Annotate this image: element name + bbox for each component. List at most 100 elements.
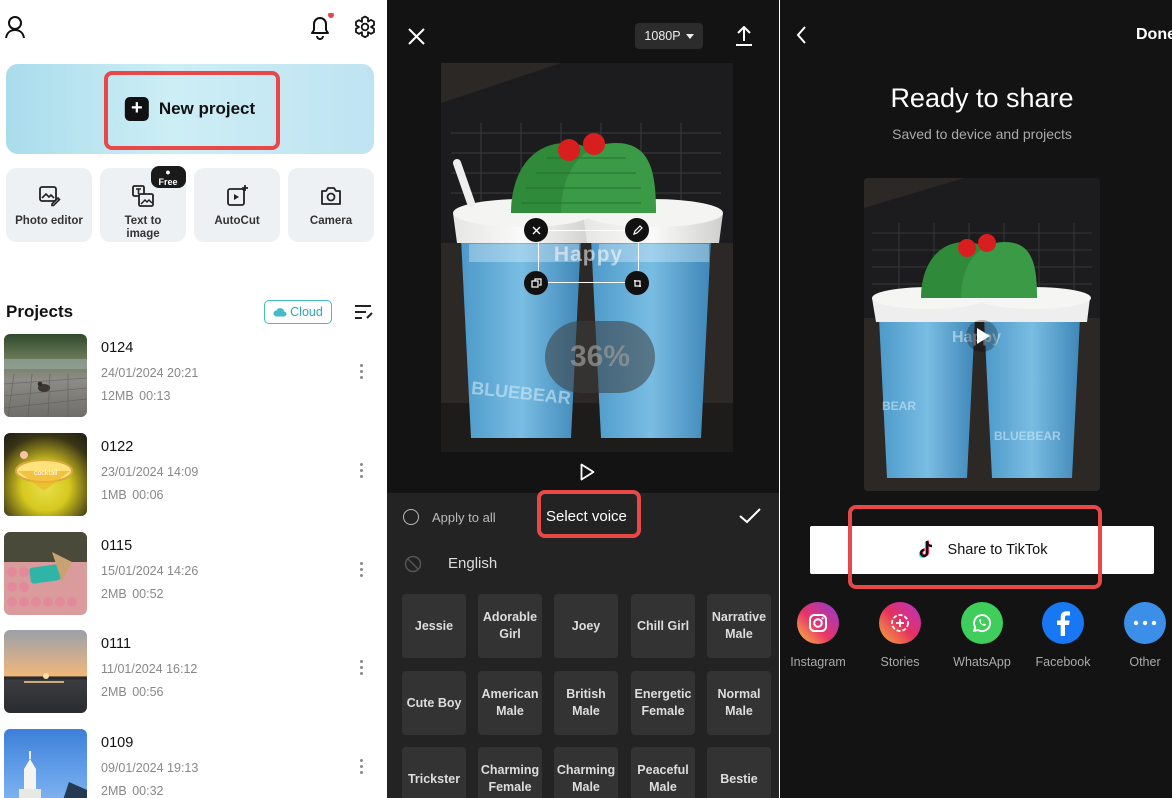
sort-icon[interactable]: [354, 304, 374, 325]
text-selection-box[interactable]: Happy: [538, 230, 639, 283]
list-item[interactable]: cocktail 0122 23/01/2024 14:09 1MB 00:06: [4, 433, 384, 517]
bell-icon[interactable]: [307, 12, 335, 46]
copy-handle-icon[interactable]: [524, 271, 548, 295]
voice-option[interactable]: Energetic Female: [631, 671, 695, 735]
share-other[interactable]: Other: [1110, 602, 1172, 669]
share-label: Facebook: [1035, 655, 1091, 669]
project-thumbnail: [4, 729, 87, 798]
user-icon[interactable]: [4, 14, 26, 45]
share-video-preview[interactable]: BEAR BLUEBEAR Happy: [864, 178, 1100, 491]
list-item[interactable]: 0115 15/01/2024 14:26 2MB 00:52: [4, 532, 384, 616]
voice-option[interactable]: Narrative Male: [707, 594, 771, 658]
cloud-icon: [273, 308, 287, 317]
project-name: 0109: [101, 735, 134, 751]
project-name: 0124: [101, 340, 134, 356]
tool-label: Text to image: [124, 215, 162, 240]
close-icon[interactable]: [407, 27, 426, 51]
project-name: 0122: [101, 439, 134, 455]
share-label: Instagram: [790, 655, 846, 669]
no-voice-icon[interactable]: [404, 555, 422, 578]
apply-radio[interactable]: [403, 509, 419, 525]
tool-text-to-image[interactable]: ● Free Text to image: [100, 166, 186, 242]
project-meta: 2MB 00:52: [101, 587, 163, 601]
project-date: 15/01/2024 14:26: [101, 564, 199, 578]
rotate-handle-icon[interactable]: [625, 271, 649, 295]
list-item[interactable]: 0111 11/01/2024 16:12 2MB 00:56: [4, 630, 384, 714]
more-icon[interactable]: [356, 658, 366, 682]
project-thumbnail: cocktail: [4, 433, 87, 516]
apply-to-all[interactable]: Apply to all: [403, 509, 496, 525]
voice-option[interactable]: Bestie: [707, 747, 771, 798]
more-icon[interactable]: [356, 560, 366, 584]
project-name: 0111: [101, 636, 132, 652]
voice-option[interactable]: Normal Male: [707, 671, 771, 735]
project-meta: 2MB 00:32: [101, 784, 163, 798]
project-size: 12MB: [101, 389, 134, 403]
list-item[interactable]: 0124 24/01/2024 20:21 12MB 00:13: [4, 334, 384, 418]
share-facebook[interactable]: Facebook: [1028, 602, 1098, 669]
project-thumbnail: [4, 630, 87, 713]
cloud-button[interactable]: Cloud: [264, 300, 332, 324]
share-label: Stories: [880, 655, 920, 669]
share-stories[interactable]: Stories: [865, 602, 935, 669]
play-icon[interactable]: [580, 463, 595, 486]
resolution-dropdown[interactable]: 1080P: [635, 23, 703, 49]
stories-icon: [879, 602, 921, 644]
voice-option[interactable]: Adorable Girl: [478, 594, 542, 658]
facebook-icon: [1042, 602, 1084, 644]
voice-option[interactable]: Chill Girl: [631, 594, 695, 658]
project-meta: 2MB 00:56: [101, 685, 163, 699]
voice-option[interactable]: Joey: [554, 594, 618, 658]
cloud-label: Cloud: [290, 305, 323, 319]
share-panel: Done Ready to share Saved to device and …: [780, 0, 1172, 798]
more-icon[interactable]: [356, 461, 366, 485]
more-icon[interactable]: [356, 362, 366, 386]
project-size: 1MB: [101, 488, 127, 502]
share-instagram[interactable]: Instagram: [783, 602, 853, 669]
more-dots-icon: [1124, 602, 1166, 644]
export-icon[interactable]: [735, 25, 753, 51]
voice-option[interactable]: Peaceful Male: [631, 747, 695, 798]
project-duration: 00:56: [132, 685, 164, 699]
project-duration: 00:32: [132, 784, 164, 798]
voice-option[interactable]: British Male: [554, 671, 618, 735]
voice-option[interactable]: Charming Male: [554, 747, 618, 798]
done-button[interactable]: Done: [1136, 26, 1172, 44]
voice-option[interactable]: Cute Boy: [402, 671, 466, 735]
confirm-check-icon[interactable]: [739, 508, 761, 529]
preview-cup-text: BEAR: [882, 399, 916, 413]
apply-label: Apply to all: [432, 509, 496, 525]
photo-editor-icon: [39, 186, 61, 207]
voice-option[interactable]: Jessie: [402, 594, 466, 658]
tool-photo-editor[interactable]: Photo editor: [6, 168, 92, 242]
project-duration: 00:52: [132, 587, 164, 601]
video-preview[interactable]: BLUEBEAR Happy 36%: [441, 63, 733, 452]
share-label: WhatsApp: [953, 655, 1011, 669]
overlay-text: Happy: [553, 243, 624, 266]
voice-option[interactable]: Trickster: [402, 747, 466, 798]
tool-camera[interactable]: Camera: [288, 168, 374, 242]
delete-handle-icon[interactable]: [524, 218, 548, 242]
project-date: 23/01/2024 14:09: [101, 465, 199, 479]
tool-label: Photo editor: [15, 215, 83, 227]
list-item[interactable]: 0109 09/01/2024 19:13 2MB 00:32: [4, 729, 384, 798]
project-duration: 00:06: [132, 488, 164, 502]
tool-label: Camera: [309, 215, 353, 227]
editor-panel: 1080P BLUEBEAR Happy 36% Apply to all Se…: [387, 0, 779, 798]
share-whatsapp[interactable]: WhatsApp: [947, 602, 1017, 669]
share-subtitle: Saved to device and projects: [892, 126, 1072, 142]
project-date: 11/01/2024 16:12: [101, 662, 198, 676]
project-meta: 12MB 00:13: [101, 389, 170, 403]
autocut-icon: [227, 185, 248, 206]
project-thumbnail: [4, 532, 87, 615]
tool-autocut[interactable]: AutoCut: [194, 168, 280, 242]
language-label[interactable]: English: [448, 555, 497, 572]
project-date: 24/01/2024 20:21: [101, 366, 199, 380]
back-chevron-icon[interactable]: [796, 26, 807, 49]
thumb-caption: cocktail: [34, 470, 58, 477]
voice-option[interactable]: Charming Female: [478, 747, 542, 798]
edit-handle-icon[interactable]: [625, 218, 649, 242]
voice-option[interactable]: American Male: [478, 671, 542, 735]
gear-icon[interactable]: [353, 15, 377, 44]
more-icon[interactable]: [356, 757, 366, 781]
